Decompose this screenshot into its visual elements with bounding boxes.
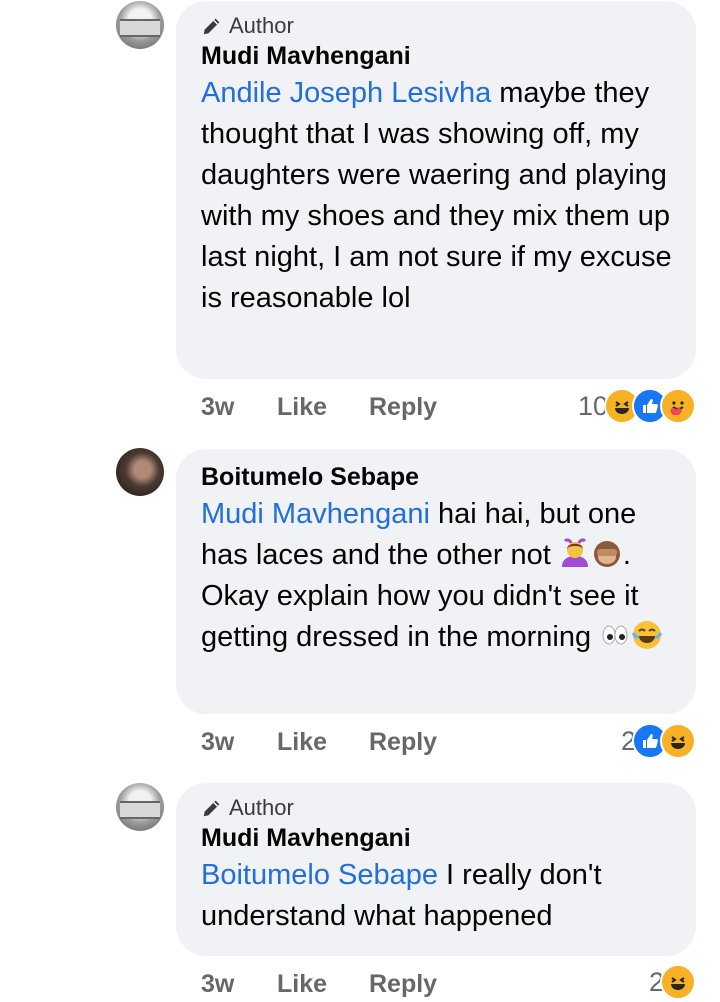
woman-gesturing-ok-emoji (559, 537, 591, 569)
avatar[interactable] (116, 783, 164, 831)
reactions-summary[interactable]: 2 (649, 964, 696, 1000)
haha-icon (660, 964, 696, 1000)
comment-text: Andile Joseph Lesivha maybe they thought… (201, 73, 672, 319)
mention-link[interactable]: Mudi Mavhengani (201, 498, 430, 530)
like-button[interactable]: Like (277, 726, 327, 758)
reply-button[interactable]: Reply (369, 968, 437, 1000)
reply-button[interactable]: Reply (369, 391, 437, 423)
timestamp[interactable]: 3w (201, 391, 234, 423)
see-no-evil-monkey-emoji (591, 537, 623, 569)
commenter-name[interactable]: Boitumelo Sebape (201, 462, 672, 492)
pencil-icon (203, 18, 220, 35)
pencil-icon (203, 800, 220, 817)
comment-text: Boitumelo Sebape I really don't understa… (201, 855, 672, 937)
eyes-emoji (599, 619, 631, 651)
care-icon (660, 388, 696, 424)
mention-link[interactable]: Boitumelo Sebape (201, 859, 438, 891)
haha-icon (660, 723, 696, 759)
comment-bubble: Author Mudi Mavhengani Boitumelo Sebape … (176, 783, 696, 956)
comment-bubble: Boitumelo Sebape Mudi Mavhengani hai hai… (176, 449, 696, 714)
reply-button[interactable]: Reply (369, 726, 437, 758)
author-badge: Author (201, 795, 672, 821)
avatar[interactable] (116, 448, 164, 496)
like-button[interactable]: Like (277, 391, 327, 423)
reactions-summary[interactable]: 10 (578, 388, 696, 424)
author-badge: Author (201, 13, 672, 39)
author-label: Author (229, 13, 294, 38)
comment-bubble: Author Mudi Mavhengani Andile Joseph Les… (176, 1, 696, 379)
comment-body: maybe they thought that I was showing of… (201, 77, 672, 314)
avatar[interactable] (116, 1, 164, 49)
reactions-summary[interactable]: 2 (621, 723, 696, 759)
timestamp[interactable]: 3w (201, 968, 234, 1000)
laughing-tears-emoji (631, 619, 663, 651)
commenter-name[interactable]: Mudi Mavhengani (201, 41, 672, 71)
commenter-name[interactable]: Mudi Mavhengani (201, 823, 672, 853)
like-button[interactable]: Like (277, 968, 327, 1000)
comment-text: Mudi Mavhengani hai hai, but one has lac… (201, 494, 672, 658)
author-label: Author (229, 795, 294, 820)
mention-link[interactable]: Andile Joseph Lesivha (201, 77, 491, 109)
timestamp[interactable]: 3w (201, 726, 234, 758)
